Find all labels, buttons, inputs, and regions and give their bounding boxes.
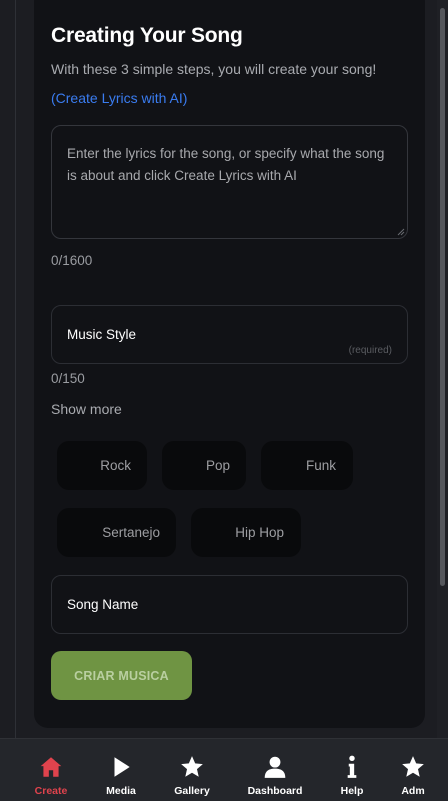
resize-grip-icon[interactable]	[397, 228, 405, 236]
style-char-counter: 0/150	[51, 371, 85, 386]
play-icon	[114, 757, 130, 777]
nav-item-gallery[interactable]: Gallery	[157, 739, 227, 801]
show-more-link[interactable]: Show more	[51, 401, 122, 417]
nav-label-help: Help	[340, 785, 364, 797]
nav-label-gallery: Gallery	[174, 785, 210, 797]
style-chip-funk[interactable]: Funk	[261, 441, 353, 490]
scrollbar-thumb[interactable]	[440, 8, 445, 586]
bottom-navigation: Create Media Gallery Dashboard Help Adm	[0, 738, 448, 801]
nav-label-media: Media	[106, 785, 136, 797]
lyrics-char-counter: 0/1600	[51, 253, 93, 268]
song-name-label: Song Name	[67, 597, 139, 612]
star-icon	[402, 756, 424, 777]
style-chip-sertanejo[interactable]: Sertanejo	[57, 508, 176, 557]
lyrics-textarea[interactable]: Enter the lyrics for the song, or specif…	[51, 125, 408, 239]
style-chip-hip-hop[interactable]: Hip Hop	[191, 508, 301, 557]
create-lyrics-ai-link[interactable]: (Create Lyrics with AI)	[51, 90, 187, 106]
nav-item-adm[interactable]: Adm	[378, 739, 448, 801]
lyrics-placeholder: Enter the lyrics for the song, or specif…	[67, 146, 385, 183]
home-icon	[40, 757, 62, 777]
page-title: Creating Your Song	[51, 24, 243, 47]
info-icon	[347, 755, 357, 778]
star-icon	[181, 756, 203, 777]
music-style-input[interactable]: Music Style (required)	[51, 305, 408, 364]
music-style-label: Music Style	[67, 327, 137, 342]
nav-item-create[interactable]: Create	[16, 739, 86, 801]
nav-item-dashboard[interactable]: Dashboard	[240, 739, 310, 801]
nav-label-create: Create	[34, 785, 68, 797]
nav-item-help[interactable]: Help	[317, 739, 387, 801]
page-subtitle: With these 3 simple steps, you will crea…	[51, 61, 377, 77]
nav-label-dashboard: Dashboard	[247, 785, 303, 797]
create-song-button[interactable]: CRIAR MUSICA	[51, 651, 192, 700]
style-chip-rock[interactable]: Rock	[57, 441, 147, 490]
song-name-input[interactable]: Song Name	[51, 575, 408, 634]
user-icon	[264, 756, 286, 778]
nav-item-media[interactable]: Media	[86, 739, 156, 801]
required-hint: (required)	[348, 345, 392, 356]
style-chip-pop[interactable]: Pop	[162, 441, 246, 490]
page-left-border	[15, 0, 16, 738]
nav-label-adm: Adm	[401, 785, 425, 797]
